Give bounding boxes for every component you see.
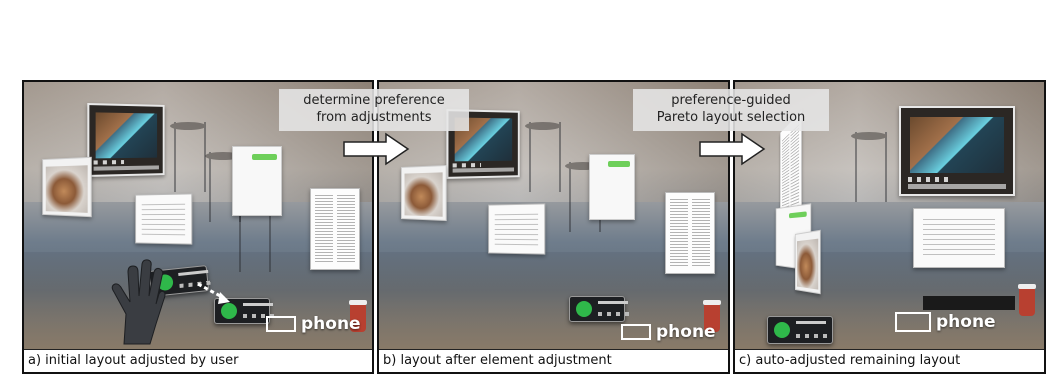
video-player-window[interactable] bbox=[87, 102, 165, 178]
phone-frame-icon bbox=[621, 324, 651, 340]
photo-image bbox=[45, 164, 88, 213]
document-text bbox=[314, 195, 356, 265]
photo-window[interactable] bbox=[42, 156, 92, 218]
photo-image bbox=[797, 238, 819, 290]
phone-indicator[interactable]: phone bbox=[621, 322, 716, 342]
callout-line: determine preference bbox=[303, 93, 445, 108]
email-text bbox=[923, 219, 995, 259]
email-text bbox=[494, 213, 539, 247]
video-player-window[interactable] bbox=[899, 106, 1015, 196]
caption-b: b) layout after element adjustment bbox=[379, 349, 728, 372]
coffee-cup bbox=[1018, 284, 1036, 316]
music-title bbox=[178, 269, 209, 277]
video-controls bbox=[94, 160, 125, 166]
email-window[interactable] bbox=[135, 193, 193, 245]
document-window[interactable] bbox=[310, 188, 360, 270]
phone-label: phone bbox=[656, 322, 716, 342]
photo-image bbox=[404, 172, 443, 217]
music-player[interactable] bbox=[767, 316, 833, 344]
photo-window[interactable] bbox=[795, 229, 821, 295]
music-title bbox=[796, 321, 826, 324]
stool bbox=[851, 132, 887, 202]
phone-frame-icon bbox=[266, 316, 296, 332]
video-screen bbox=[95, 112, 158, 159]
music-disc-icon bbox=[774, 322, 790, 338]
music-title bbox=[243, 303, 273, 306]
callout-line: Pareto layout selection bbox=[656, 110, 806, 125]
phone-label: phone bbox=[301, 314, 361, 334]
email-window[interactable] bbox=[913, 208, 1005, 268]
document-window[interactable] bbox=[665, 192, 715, 274]
video-progress-bar bbox=[94, 165, 159, 171]
caption-a: a) initial layout adjusted by user bbox=[24, 349, 372, 372]
document-text bbox=[669, 199, 711, 269]
phone-indicator[interactable]: phone bbox=[266, 314, 361, 334]
phone-label: phone bbox=[936, 312, 996, 332]
chat-bubble bbox=[252, 153, 278, 160]
chat-bubble bbox=[607, 161, 631, 168]
arrow-right-icon bbox=[343, 132, 410, 166]
caption-c: c) auto-adjusted remaining layout bbox=[735, 349, 1044, 372]
music-buttons bbox=[796, 334, 830, 338]
phone-bar bbox=[923, 296, 1015, 310]
email-window[interactable] bbox=[488, 203, 546, 255]
music-title bbox=[598, 301, 628, 304]
email-text bbox=[141, 203, 186, 237]
video-progress-bar bbox=[907, 183, 1007, 189]
video-controls bbox=[907, 176, 953, 182]
callout-determine-preference: determine preference from adjustments bbox=[279, 89, 469, 131]
callout-line: preference-guided bbox=[671, 93, 791, 108]
move-path-arrow-icon bbox=[197, 282, 230, 304]
callout-line: from adjustments bbox=[316, 110, 432, 125]
chat-window[interactable] bbox=[232, 146, 282, 216]
music-player[interactable] bbox=[569, 296, 632, 322]
hand-icon bbox=[111, 259, 166, 345]
music-disc-icon bbox=[576, 301, 592, 317]
phone-indicator[interactable]: phone bbox=[895, 312, 996, 332]
video-controls bbox=[452, 163, 482, 168]
callout-pareto-selection: preference-guided Pareto layout selectio… bbox=[633, 89, 829, 131]
video-progress-bar bbox=[452, 167, 514, 173]
music-buttons bbox=[598, 312, 632, 316]
arrow-right-icon bbox=[699, 132, 766, 166]
stool bbox=[525, 122, 561, 192]
phone-frame-icon bbox=[895, 312, 931, 332]
chat-bubble bbox=[788, 211, 808, 219]
stool bbox=[170, 122, 206, 192]
video-screen bbox=[909, 116, 1005, 174]
photo-window[interactable] bbox=[400, 164, 447, 222]
chat-window[interactable] bbox=[589, 154, 635, 220]
